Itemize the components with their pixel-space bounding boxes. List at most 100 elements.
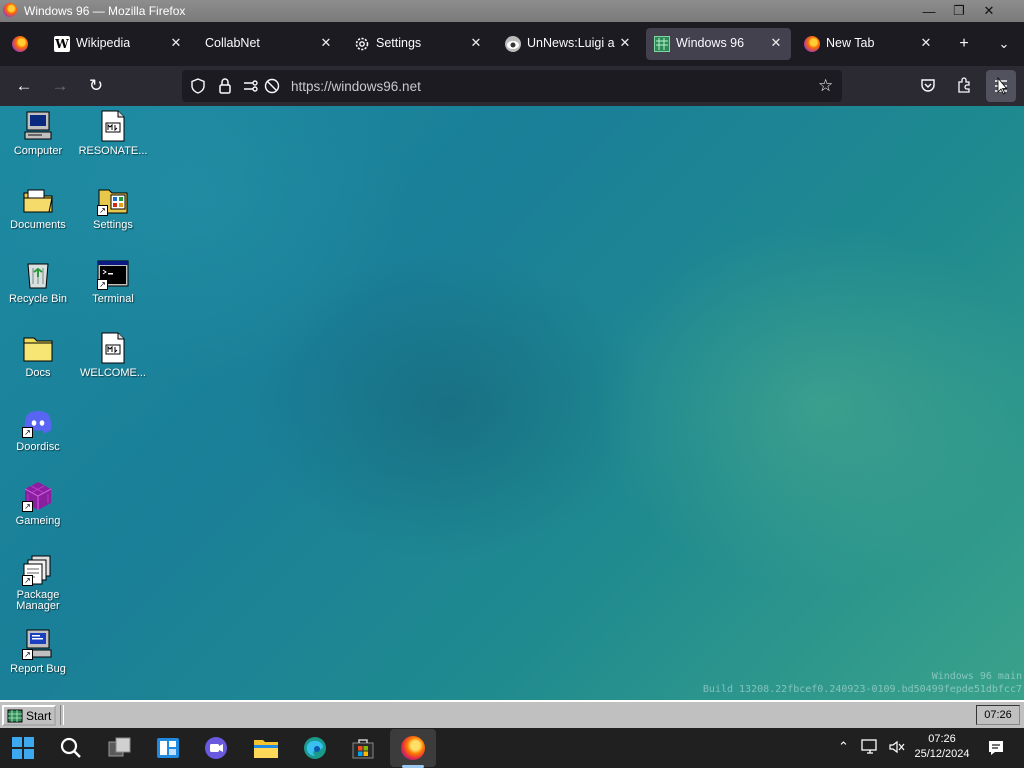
firefox-view-button[interactable] [6, 28, 40, 60]
tab-new-tab[interactable]: New Tab ✕ [796, 28, 941, 60]
clock-time: 07:26 [928, 733, 956, 745]
desktop-icon-label: Computer [13, 145, 63, 157]
desktop-icon-label: Report Bug [10, 663, 66, 675]
autoplay-blocked-icon[interactable] [264, 78, 280, 99]
shortcut-arrow-icon: ↗ [97, 279, 108, 290]
desktop-icon-welcome[interactable]: WELCOME... [76, 332, 150, 379]
tab-label: CollabNet [205, 36, 260, 50]
close-tab-icon[interactable]: ✕ [167, 34, 185, 52]
minimize-button[interactable]: — [914, 0, 944, 22]
reload-button[interactable]: ↻ [82, 72, 110, 100]
lock-icon[interactable] [218, 77, 232, 100]
back-button[interactable]: ← [10, 72, 38, 100]
tab-unnews[interactable]: UnNews:Luigi ap ✕ [497, 28, 640, 60]
tab-collabnet[interactable]: CollabNet ✕ [196, 28, 341, 60]
desktop-icon-computer[interactable]: Computer [1, 110, 75, 157]
tab-windows96[interactable]: Windows 96 ✕ [646, 28, 791, 60]
windows96-desktop[interactable]: Computer RESONATE... Documents ↗ Setting… [0, 106, 1024, 700]
widgets-icon[interactable] [152, 732, 184, 764]
show-hidden-icons[interactable]: ⌃ [838, 739, 849, 755]
shortcut-arrow-icon: ↗ [22, 575, 33, 586]
build-number: Build 13208.22fbcef0.240923-0109.bd50499… [702, 684, 1022, 695]
edge-icon[interactable] [299, 732, 331, 764]
report-bug-icon: ↗ [22, 628, 54, 660]
tab-label: UnNews:Luigi ap [527, 36, 615, 50]
firefox-view-icon [12, 36, 28, 52]
gear-icon [354, 36, 370, 52]
url-text[interactable]: https://windows96.net [291, 79, 421, 94]
close-window-button[interactable]: ✕ [974, 0, 1004, 22]
task-view-icon[interactable] [104, 732, 136, 764]
windows-start-icon[interactable] [7, 732, 39, 764]
start-button[interactable]: Start [2, 705, 56, 726]
folder-icon [22, 332, 54, 364]
system-clock[interactable]: 07:26 25/12/2024 [913, 732, 971, 762]
close-tab-icon[interactable]: ✕ [767, 34, 785, 52]
shortcut-arrow-icon: ↗ [22, 427, 33, 438]
desktop-icon-recycle-bin[interactable]: Recycle Bin [1, 258, 75, 305]
shortcut-arrow-icon: ↗ [22, 501, 33, 512]
shield-icon[interactable] [190, 78, 206, 99]
desktop-icon-label: Settings [93, 219, 133, 231]
search-icon[interactable] [55, 732, 87, 764]
desktop-icon-doordisc[interactable]: ↗ Doordisc [1, 406, 75, 453]
game-cube-icon: ↗ [22, 480, 54, 512]
desktop-icon-settings[interactable]: ↗ Settings [76, 184, 150, 231]
w96-clock[interactable]: 07:26 [976, 705, 1020, 725]
desktop-icon-resonate[interactable]: RESONATE... [76, 110, 150, 157]
desktop-icon-docs[interactable]: Docs [1, 332, 75, 379]
tab-label: New Tab [826, 36, 875, 50]
package-manager-icon: ↗ [22, 554, 54, 586]
close-tab-icon[interactable]: ✕ [467, 34, 485, 52]
tab-settings[interactable]: Settings ✕ [346, 28, 491, 60]
forward-button[interactable]: → [46, 72, 74, 100]
shortcut-arrow-icon: ↗ [22, 649, 33, 660]
shortcut-arrow-icon: ↗ [97, 205, 108, 216]
close-tab-icon[interactable]: ✕ [317, 34, 335, 52]
extensions-icon[interactable] [956, 77, 972, 98]
volume-muted-icon[interactable] [888, 739, 906, 758]
desktop-icon-report-bug[interactable]: ↗ Report Bug [1, 628, 75, 675]
firefox-taskbar-button[interactable] [390, 729, 436, 767]
new-tab-button[interactable]: + [950, 30, 978, 58]
tab-label: Windows 96 [676, 36, 745, 50]
desktop-icon-label: Documents [10, 219, 66, 231]
file-explorer-icon[interactable] [250, 732, 282, 764]
bookmark-star-icon[interactable]: ☆ [818, 76, 833, 96]
desktop-icon-documents[interactable]: Documents [1, 184, 75, 231]
taskbar-divider [60, 705, 64, 725]
wikipedia-icon: W [54, 36, 70, 52]
notification-icon[interactable] [987, 739, 1005, 760]
desktop-icon-label: Recycle Bin [8, 293, 68, 305]
windows-taskbar: ⌃ 07:26 25/12/2024 [0, 728, 1024, 768]
chat-icon[interactable] [200, 732, 232, 764]
computer-icon [22, 110, 54, 142]
markdown-file-icon [97, 332, 129, 364]
list-all-tabs-button[interactable]: ⌄ [990, 30, 1018, 58]
windows96-icon [654, 36, 670, 52]
desktop-icon-package-manager[interactable]: ↗ Package Manager [1, 554, 75, 612]
tab-strip: W Wikipedia ✕ CollabNet ✕ Settings ✕ UnN… [0, 22, 1024, 66]
permissions-icon[interactable] [242, 78, 260, 99]
desktop-icon-label: Package Manager [16, 589, 60, 612]
desktop-icon-terminal[interactable]: ↗ Terminal [76, 258, 150, 305]
desktop-icon-gameing[interactable]: ↗ Gameing [1, 480, 75, 527]
close-tab-icon[interactable]: ✕ [917, 34, 935, 52]
restore-button[interactable]: ❐ [944, 0, 974, 22]
start-label: Start [26, 709, 52, 723]
app-menu-button[interactable] [986, 70, 1016, 102]
window-titlebar: Windows 96 — Mozilla Firefox — ❐ ✕ [0, 0, 1024, 22]
settings-folder-icon: ↗ [97, 184, 129, 216]
build-info: Windows 96 main Build 13208.22fbcef0.240… [703, 670, 1022, 696]
close-tab-icon[interactable]: ✕ [616, 34, 634, 52]
recycle-bin-icon [22, 258, 54, 290]
pocket-icon[interactable] [920, 77, 936, 98]
firefox-icon [401, 736, 425, 760]
desktop-icon-label: RESONATE... [78, 145, 148, 157]
tab-wikipedia[interactable]: W Wikipedia ✕ [46, 28, 191, 60]
discord-icon: ↗ [22, 406, 54, 438]
microsoft-store-icon[interactable] [347, 732, 379, 764]
url-bar[interactable]: https://windows96.net ☆ [182, 70, 842, 102]
desktop-icon-label: Gameing [15, 515, 61, 527]
network-icon[interactable] [861, 739, 879, 758]
